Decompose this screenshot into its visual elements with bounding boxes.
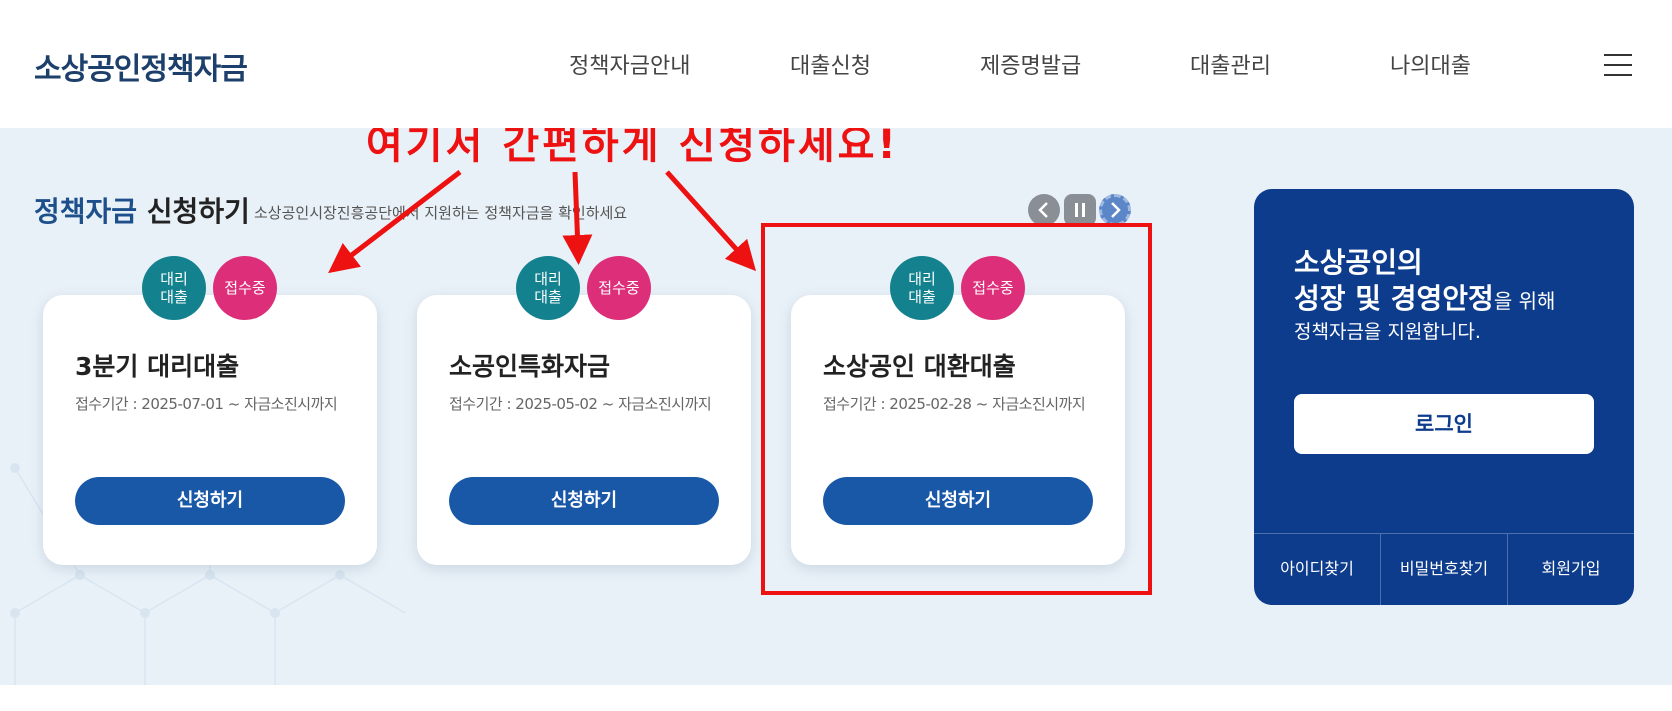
nav-item-my-loan[interactable]: 나의대출 [1390, 48, 1471, 80]
signup-link[interactable]: 회원가입 [1508, 534, 1634, 605]
arrow-middle [562, 171, 593, 265]
nav-item-certificate-issue[interactable]: 제증명발급 [980, 48, 1081, 80]
find-id-link[interactable]: 아이디찾기 [1254, 534, 1381, 605]
login-panel: 소상공인의 성장 및 경영안정을 위해 정책자금을 지원합니다. 로그인 아이디… [1254, 189, 1634, 605]
main-content: 정책자금 신청하기 소상공인시장진흥공단에서 지원하는 정책자금을 확인하세요 … [0, 128, 1672, 685]
panel-headline-1: 소상공인의 [1294, 246, 1423, 279]
footer-spacer [0, 685, 1672, 711]
nav-item-loan-manage[interactable]: 대출관리 [1190, 48, 1271, 80]
site-logo[interactable]: 소상공인정책자금 [34, 44, 248, 88]
arrow-left [328, 170, 462, 274]
find-password-link[interactable]: 비밀번호찾기 [1381, 534, 1508, 605]
panel-headline-2-bold: 성장 및 경영안정 [1294, 282, 1494, 315]
arrow-right [665, 170, 757, 272]
hamburger-icon[interactable] [1604, 54, 1632, 76]
panel-description: 정책자금을 지원합니다. [1294, 321, 1481, 343]
account-links: 아이디찾기 비밀번호찾기 회원가입 [1254, 533, 1634, 605]
promo-annotation-text: 여기서 간편하게 신청하세요! [366, 128, 899, 168]
panel-headline-2: 성장 및 경영안정을 위해 [1294, 277, 1555, 317]
nav-item-loan-apply[interactable]: 대출신청 [790, 48, 871, 80]
nav-item-policy-fund-guide[interactable]: 정책자금안내 [569, 48, 690, 80]
panel-headline-2-small: 을 위해 [1493, 289, 1556, 313]
login-button[interactable]: 로그인 [1294, 394, 1594, 454]
site-header: 소상공인정책자금 정책자금안내 대출신청 제증명발급 대출관리 나의대출 [0, 0, 1672, 128]
